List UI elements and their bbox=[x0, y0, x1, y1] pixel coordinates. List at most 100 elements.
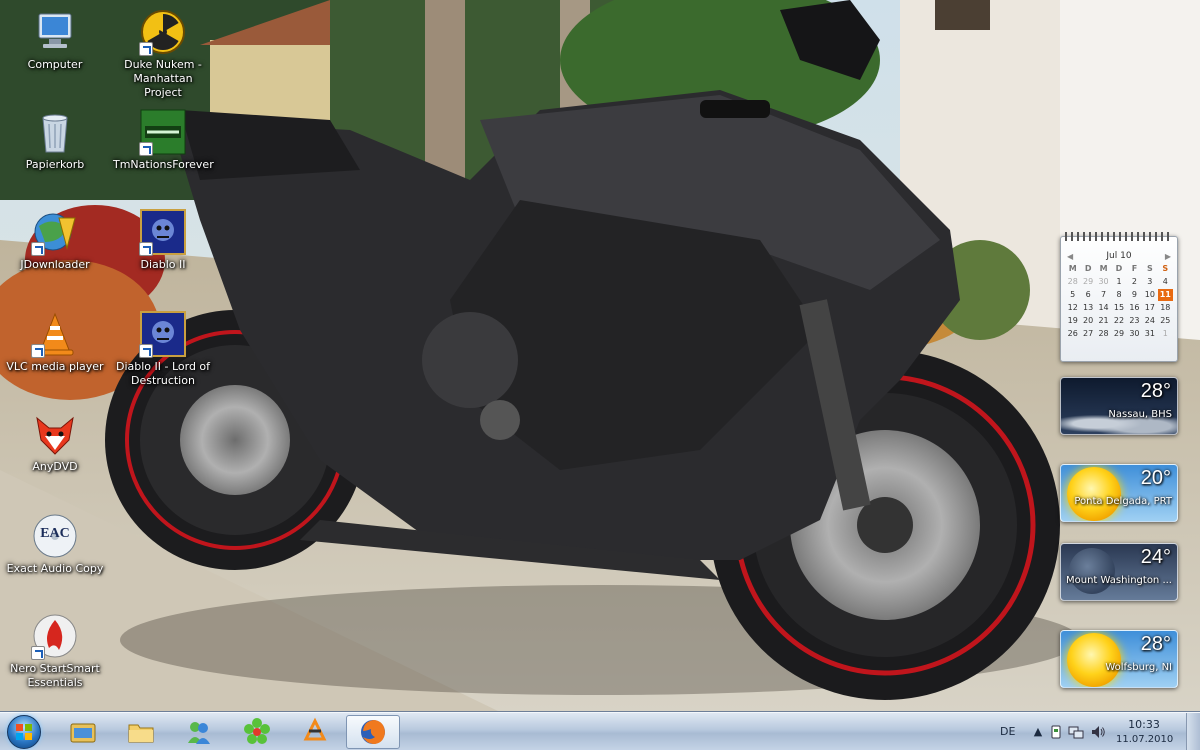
shortcut-arrow-icon bbox=[31, 646, 45, 660]
desktop-icon-nero[interactable]: Nero StartSmart Essentials bbox=[5, 612, 105, 690]
windows-logo-icon bbox=[7, 715, 41, 749]
calendar-day[interactable]: 25 bbox=[1158, 315, 1173, 327]
calendar-binding bbox=[1065, 232, 1173, 241]
calendar-day[interactable]: 16 bbox=[1127, 302, 1142, 314]
weather-gadget-ponta-delgada[interactable]: 20° Ponta Delgada, PRT bbox=[1060, 464, 1178, 522]
icq-flower-icon bbox=[244, 718, 270, 744]
calendar-weekday: M bbox=[1099, 264, 1108, 273]
weather-gadget-mount-washington[interactable]: 24° Mount Washington ... bbox=[1060, 543, 1178, 601]
desktop-icon-anydvd[interactable]: AnyDVD bbox=[5, 410, 105, 474]
recycle-bin-icon bbox=[31, 108, 79, 156]
calendar-day[interactable]: 6 bbox=[1080, 289, 1095, 301]
fox-icon bbox=[31, 410, 79, 458]
calendar-weekday: S bbox=[1146, 264, 1153, 273]
jdownloader-icon bbox=[31, 208, 79, 256]
weather-city: Ponta Delgada, PRT bbox=[1074, 496, 1172, 507]
taskbar: DE ▲ 10:33 11.07.2010 bbox=[0, 712, 1200, 750]
volume-icon[interactable] bbox=[1090, 724, 1106, 740]
calendar-day[interactable]: 12 bbox=[1065, 302, 1080, 314]
calendar-day[interactable]: 19 bbox=[1065, 315, 1080, 327]
desktop-icon-label: TmNationsForever bbox=[113, 158, 214, 171]
eac-badge-text: EAC bbox=[40, 526, 70, 541]
calendar-day[interactable]: 18 bbox=[1158, 302, 1173, 314]
computer-icon bbox=[31, 8, 79, 56]
diablo-icon bbox=[139, 208, 187, 256]
shortcut-arrow-icon bbox=[139, 142, 153, 156]
calendar-day[interactable]: 24 bbox=[1142, 315, 1157, 327]
desktop-icon-label: Diablo II - Lord of Destruction bbox=[115, 360, 211, 387]
calendar-day[interactable]: 14 bbox=[1096, 302, 1111, 314]
calendar-today[interactable]: 11 bbox=[1157, 289, 1173, 301]
calendar-day[interactable]: 5 bbox=[1065, 289, 1080, 301]
calendar-day[interactable]: 28 bbox=[1065, 276, 1080, 288]
calendar-day[interactable]: 13 bbox=[1080, 302, 1095, 314]
calendar-day[interactable]: 30 bbox=[1127, 328, 1142, 340]
safely-remove-icon[interactable] bbox=[1048, 724, 1064, 740]
taskbar-folder[interactable] bbox=[114, 715, 168, 749]
calendar-weekday: M bbox=[1068, 264, 1077, 273]
desktop-icon-recycle-bin[interactable]: Papierkorb bbox=[5, 108, 105, 172]
calendar-day[interactable]: 22 bbox=[1111, 315, 1126, 327]
desktop-icon-jdownloader[interactable]: JDownloader bbox=[5, 208, 105, 272]
calendar-day[interactable]: 17 bbox=[1142, 302, 1157, 314]
taskbar-messenger[interactable] bbox=[172, 715, 226, 749]
moon-icon bbox=[1069, 548, 1115, 594]
calendar-day[interactable]: 1 bbox=[1111, 276, 1126, 288]
weather-gadget-nassau[interactable]: 28° Nassau, BHS bbox=[1060, 377, 1178, 435]
calendar-day[interactable]: 20 bbox=[1080, 315, 1095, 327]
desktop-icon-diablo2[interactable]: Diablo II bbox=[113, 208, 213, 272]
desktop-icon-tmnations[interactable]: TmNationsForever bbox=[113, 108, 214, 172]
calendar-day[interactable]: 8 bbox=[1111, 289, 1126, 301]
language-indicator[interactable]: DE bbox=[1000, 725, 1015, 738]
windows-explorer-icon bbox=[70, 723, 96, 743]
clock-date: 11.07.2010 bbox=[1116, 734, 1174, 745]
taskbar-icq[interactable] bbox=[230, 715, 284, 749]
shortcut-arrow-icon bbox=[139, 242, 153, 256]
calendar-day[interactable]: 1 bbox=[1158, 328, 1173, 340]
start-button[interactable] bbox=[4, 714, 44, 750]
calendar-day[interactable]: 29 bbox=[1080, 276, 1095, 288]
weather-city: Nassau, BHS bbox=[1108, 409, 1172, 420]
calendar-day[interactable]: 28 bbox=[1096, 328, 1111, 340]
network-icon[interactable] bbox=[1068, 724, 1084, 740]
desktop-icon-label: AnyDVD bbox=[32, 460, 78, 473]
calendar-day[interactable]: 3 bbox=[1142, 276, 1157, 288]
calendar-day[interactable]: 31 bbox=[1142, 328, 1157, 340]
chevron-left-icon[interactable]: ◀ bbox=[1067, 252, 1073, 261]
taskbar-firefox[interactable] bbox=[346, 715, 400, 749]
calendar-day[interactable]: 9 bbox=[1127, 289, 1142, 301]
weather-temperature: 24° bbox=[1140, 546, 1171, 568]
calendar-gadget[interactable]: ◀ Jul 10 ▶ M D M D F S S 28 29 30 1 2 3 4 5 6 7 8 9 10 11 12 1… bbox=[1060, 232, 1178, 362]
system-clock[interactable]: 10:33 11.07.2010 bbox=[1116, 717, 1174, 747]
chevron-right-icon[interactable]: ▶ bbox=[1165, 252, 1171, 261]
calendar-day[interactable]: 7 bbox=[1096, 289, 1111, 301]
weather-gadget-wolfsburg[interactable]: 28° Wolfsburg, NI bbox=[1060, 630, 1178, 688]
desktop-icon-duke-nukem[interactable]: Duke Nukem - Manhattan Project bbox=[113, 8, 213, 100]
calendar-day[interactable]: 4 bbox=[1158, 276, 1173, 288]
arrow-up-icon[interactable]: ▲ bbox=[1030, 724, 1046, 740]
calendar-month: Jul 10 bbox=[1106, 251, 1132, 261]
calendar-day[interactable]: 10 bbox=[1142, 289, 1157, 301]
calendar-day[interactable]: 23 bbox=[1127, 315, 1142, 327]
desktop-icon-vlc[interactable]: VLC media player bbox=[5, 310, 105, 374]
calendar-day[interactable]: 29 bbox=[1111, 328, 1126, 340]
desktop-icon-label: Duke Nukem - Manhattan Project bbox=[124, 58, 202, 99]
desktop-icon-label: VLC media player bbox=[6, 360, 104, 373]
show-desktop-button[interactable] bbox=[1186, 713, 1200, 750]
taskbar-windows-explorer[interactable] bbox=[56, 715, 110, 749]
shortcut-arrow-icon bbox=[139, 344, 153, 358]
calendar-day[interactable]: 15 bbox=[1111, 302, 1126, 314]
calendar-weekday: D bbox=[1115, 264, 1123, 273]
desktop-icon-computer[interactable]: Computer bbox=[5, 8, 105, 72]
calendar-day[interactable]: 27 bbox=[1080, 328, 1095, 340]
desktop-icon-label: JDownloader bbox=[20, 258, 90, 271]
radiation-icon bbox=[139, 8, 187, 56]
desktop-icon-diablo2-lod[interactable]: Diablo II - Lord of Destruction bbox=[113, 310, 213, 388]
calendar-weekday: F bbox=[1131, 264, 1138, 273]
desktop-icon-eac[interactable]: EAC Exact Audio Copy bbox=[5, 512, 105, 576]
calendar-day[interactable]: 21 bbox=[1096, 315, 1111, 327]
calendar-day[interactable]: 30 bbox=[1096, 276, 1111, 288]
calendar-day[interactable]: 2 bbox=[1127, 276, 1142, 288]
taskbar-winamp[interactable] bbox=[288, 715, 342, 749]
calendar-day[interactable]: 26 bbox=[1065, 328, 1080, 340]
